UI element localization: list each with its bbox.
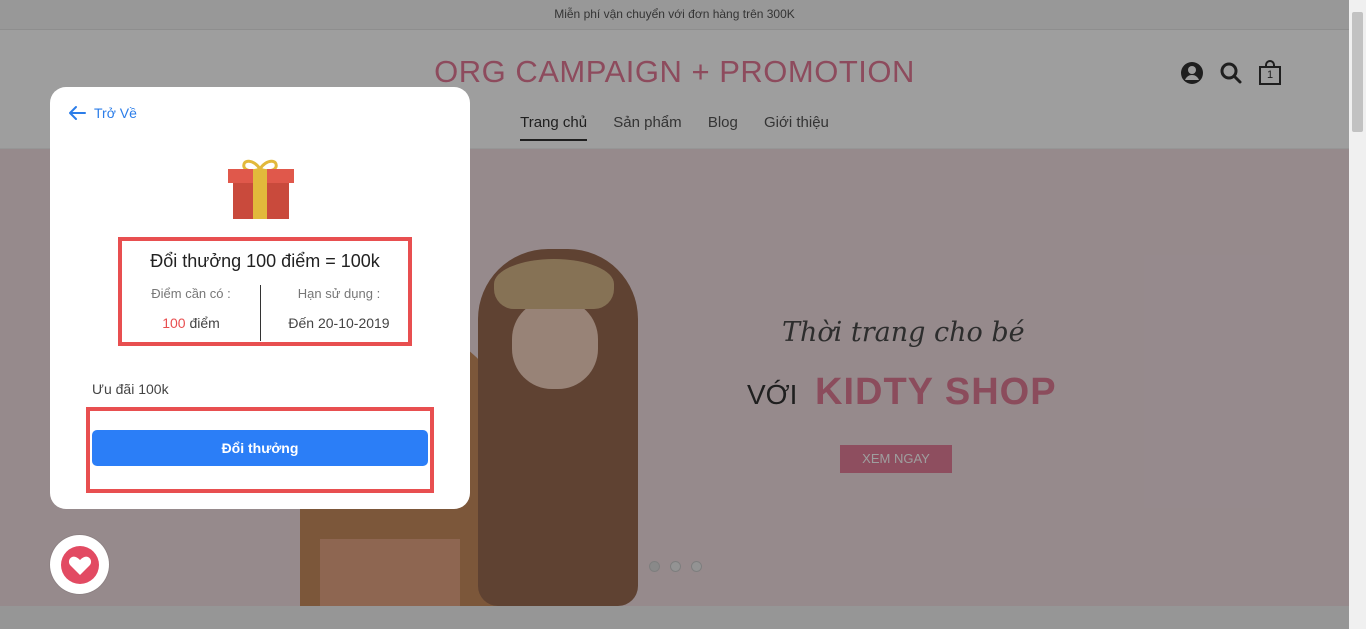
heart-icon xyxy=(68,556,91,575)
expiry-label: Hạn sử dụng : xyxy=(297,286,381,301)
points-value: 100 xyxy=(162,315,186,331)
points-unit: điểm xyxy=(189,315,220,331)
reward-info-highlight: Đổi thưởng 100 điểm = 100k Điểm cần có :… xyxy=(118,237,412,346)
points-label: Điểm cần có : xyxy=(151,286,231,301)
redeem-button[interactable]: Đổi thưởng xyxy=(92,430,428,466)
expiry-value: Đến 20-10-2019 xyxy=(288,315,390,331)
gift-icon xyxy=(225,155,295,230)
reward-title: Đổi thưởng 100 điểm = 100k xyxy=(150,251,380,271)
arrow-left-icon xyxy=(69,106,86,120)
expiry-info: Hạn sử dụng : Đến 20-10-2019 xyxy=(270,286,408,331)
points-required: Điểm cần có : 100 điểm xyxy=(122,286,260,331)
fab-inner xyxy=(60,545,99,584)
page-scrollbar[interactable] xyxy=(1349,0,1366,629)
points-value-row: 100 điểm xyxy=(122,315,260,331)
info-divider xyxy=(260,285,261,341)
reward-description: Ưu đãi 100k xyxy=(92,381,169,397)
reward-modal: Trở Về Đổi thưởng 100 điểm = 100k Điểm c… xyxy=(50,87,470,509)
loyalty-fab[interactable] xyxy=(50,535,109,594)
back-label: Trở Về xyxy=(94,105,137,121)
scrollbar-thumb[interactable] xyxy=(1352,12,1363,132)
back-button[interactable]: Trở Về xyxy=(68,105,137,121)
redeem-highlight: Đổi thưởng xyxy=(86,407,434,493)
